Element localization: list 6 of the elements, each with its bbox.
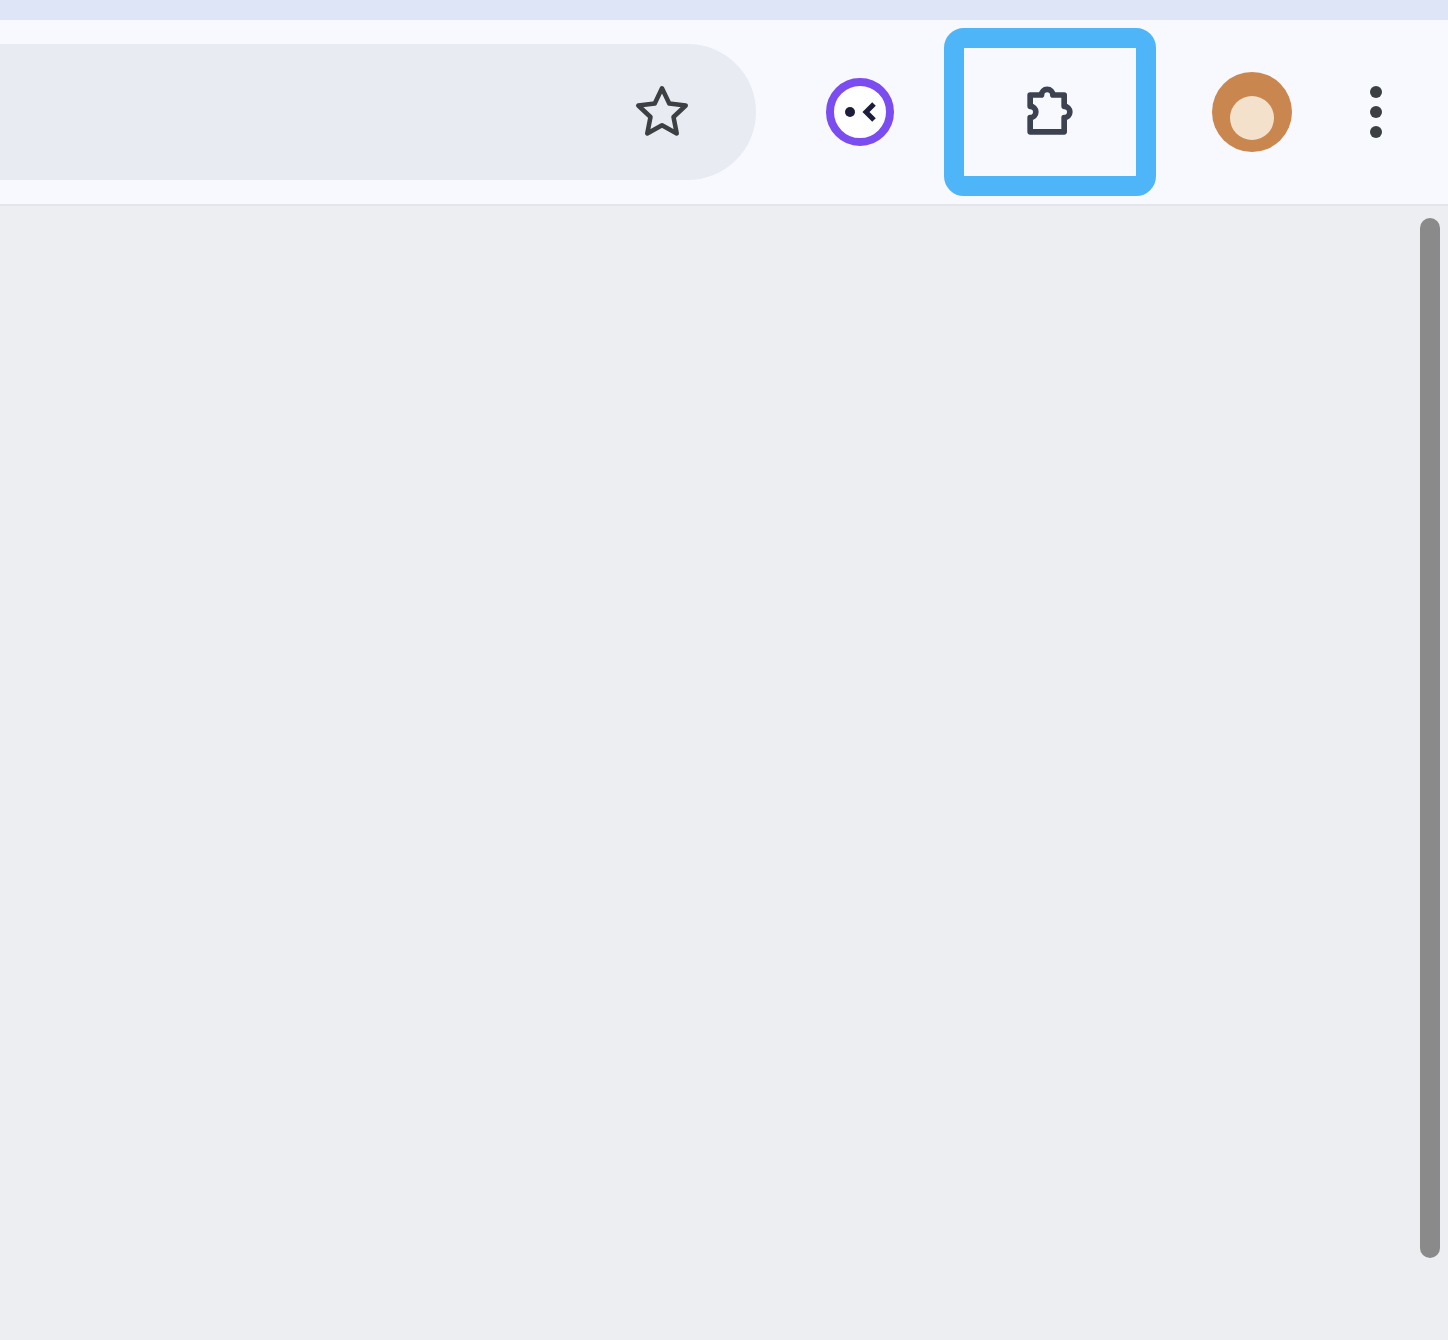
face-icon [826,78,894,146]
scrollbar-thumb[interactable] [1420,218,1440,1258]
avatar-icon [1210,70,1294,154]
extensions-button[interactable] [944,28,1156,196]
more-vertical-icon [1368,82,1384,142]
star-icon[interactable] [632,82,692,142]
